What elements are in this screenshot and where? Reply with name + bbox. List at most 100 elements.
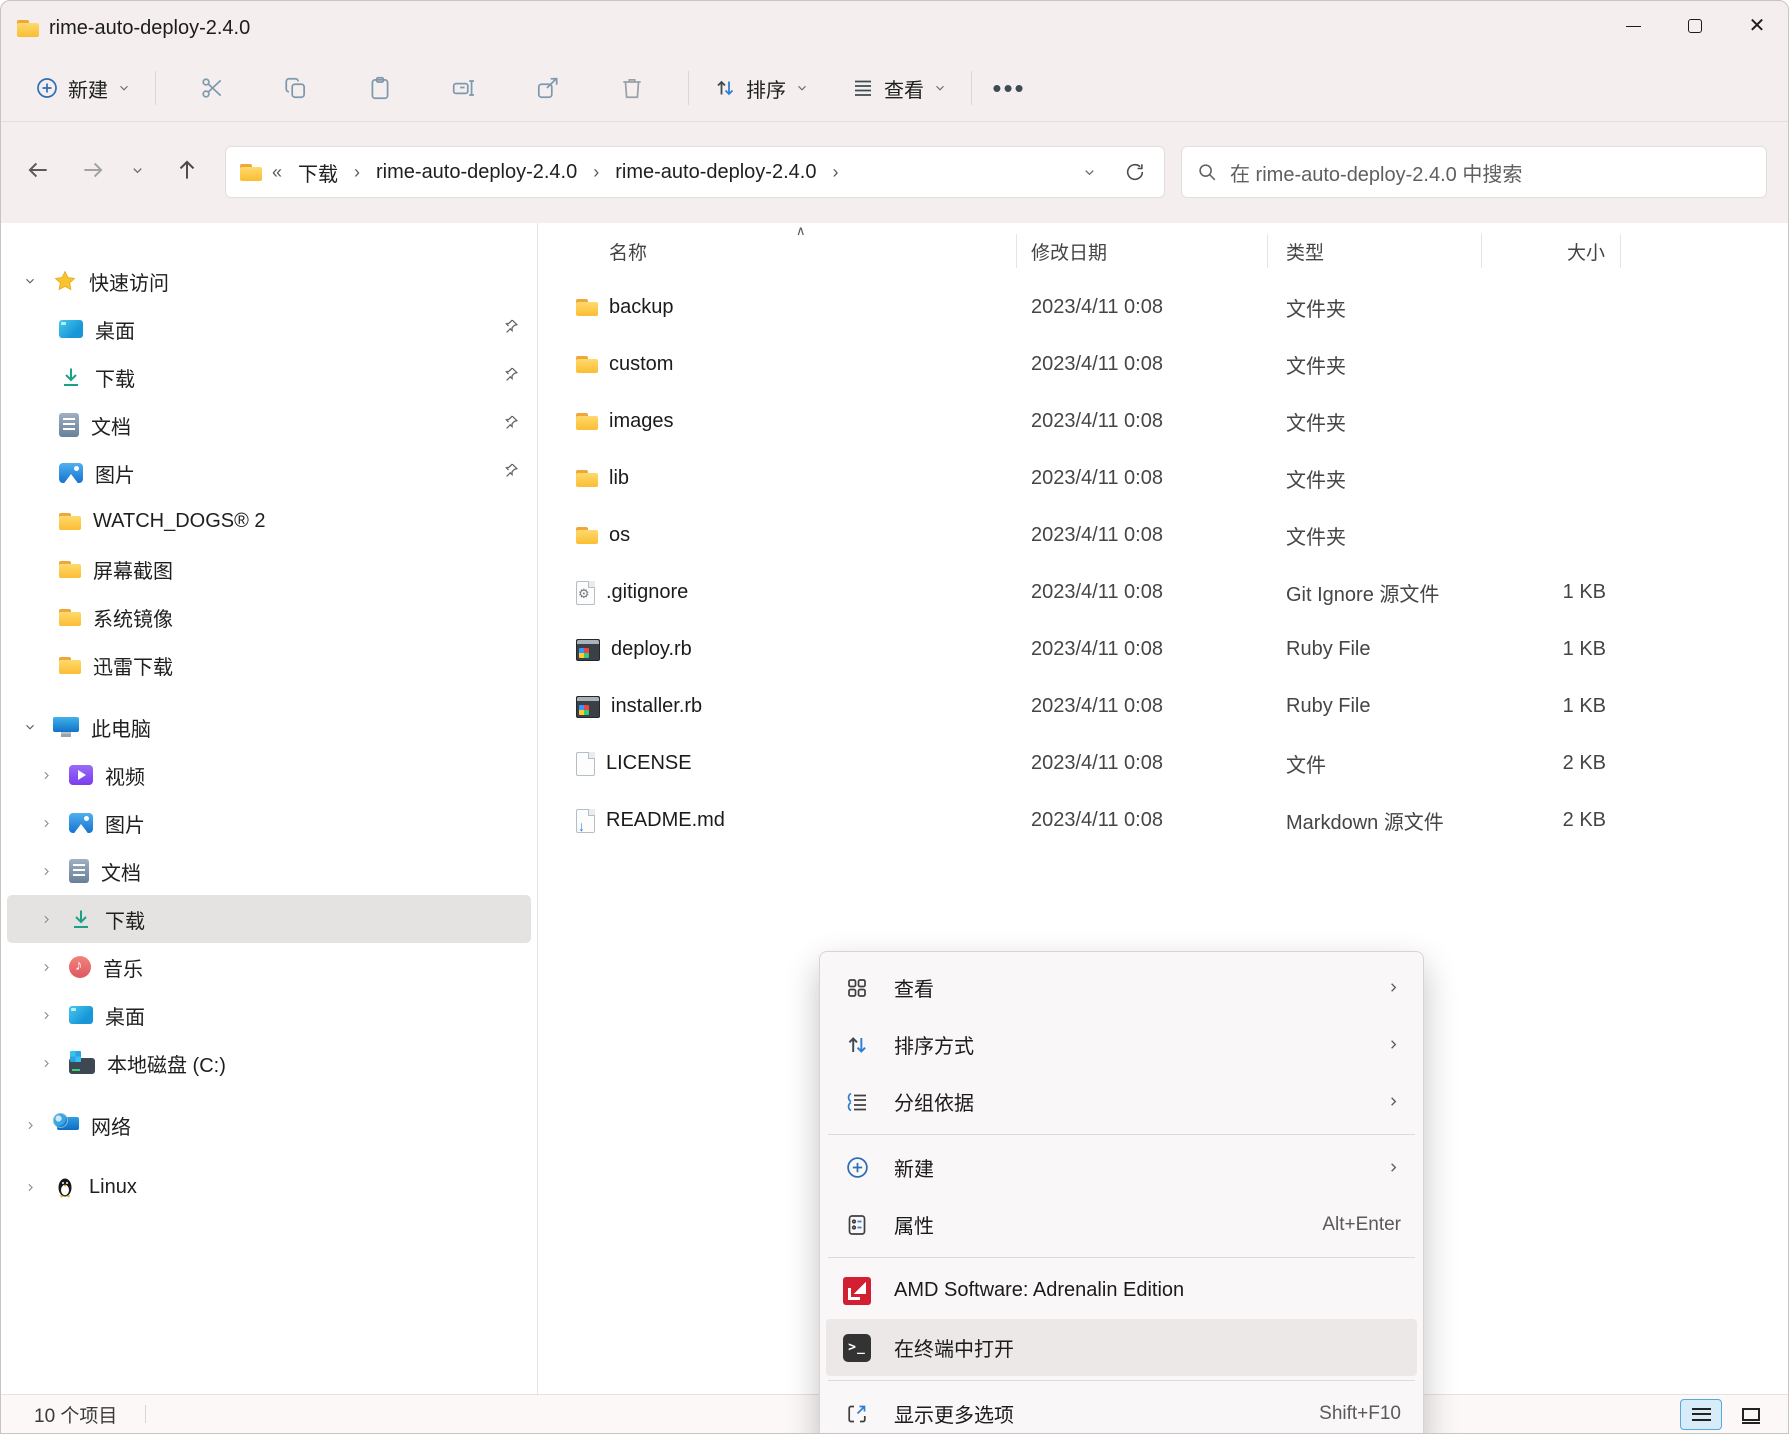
sidebar-item-pictures-quick[interactable]: 图片 [7,449,531,497]
breadcrumb-folder-2[interactable]: rime-auto-deploy-2.4.0 [609,159,822,186]
menu-item-amd-software[interactable]: AMD Software: Adrenalin Edition [826,1262,1417,1319]
folder-icon [59,513,81,530]
file-row-lib[interactable]: lib 2023/4/11 0:08 文件夹 [538,450,1788,507]
large-icons-view-icon [1742,1408,1760,1421]
share-button[interactable] [525,65,571,111]
forward-button[interactable] [71,148,115,192]
chevron-right-icon [19,1119,41,1132]
search-input[interactable]: 在 rime-auto-deploy-2.4.0 中搜索 [1181,146,1767,198]
sidebar-item-desktop[interactable]: 桌面 [7,305,531,353]
breadcrumb-folder-1[interactable]: rime-auto-deploy-2.4.0 [370,159,583,186]
menu-item-view[interactable]: 查看 [826,959,1417,1016]
sort-arrows-icon [713,76,737,100]
refresh-icon [1124,161,1146,183]
sidebar-item-desktop-pc[interactable]: 桌面 [7,991,531,1039]
recent-locations-button[interactable] [119,148,155,192]
sidebar-item-documents[interactable]: 文档 [7,847,531,895]
rename-button[interactable] [441,65,487,111]
copy-button[interactable] [273,65,319,111]
sidebar-item-downloads-quick[interactable]: 下载 [7,353,531,401]
address-bar[interactable]: « 下载 › rime-auto-deploy-2.4.0 › rime-aut… [225,146,1165,198]
sidebar-item-screenshots[interactable]: 屏幕截图 [7,545,531,593]
menu-separator [828,1257,1415,1258]
minimize-button[interactable] [1602,1,1664,51]
menu-item-properties[interactable]: 属性 Alt+Enter [826,1196,1417,1253]
ellipsis-icon: ••• [992,73,1025,104]
menu-item-show-more-options[interactable]: 显示更多选项 Shift+F10 [826,1385,1417,1434]
submenu-chevron-icon [1386,1094,1401,1109]
file-row-license[interactable]: LICENSE 2023/4/11 0:08 文件 2 KB [538,735,1788,792]
menu-item-sort-by[interactable]: 排序方式 [826,1016,1417,1073]
back-arrow-icon [25,157,51,183]
file-row-readme-md[interactable]: ↓README.md 2023/4/11 0:08 Markdown 源文件 2… [538,792,1788,849]
view-button[interactable]: 查看 [841,65,957,111]
breadcrumb-downloads[interactable]: 下载 [292,156,344,189]
clipboard-icon [367,75,393,101]
amd-software-icon [842,1276,872,1306]
sidebar-section-network[interactable]: 网络 [7,1101,531,1149]
chevron-right-icon [35,817,57,830]
search-icon [1196,161,1218,183]
more-options-button[interactable]: ••• [986,65,1032,111]
toolbar-divider [971,71,972,105]
maximize-button[interactable] [1664,1,1726,51]
sort-button[interactable]: 排序 [703,65,819,111]
sidebar-item-local-disk-c[interactable]: 本地磁盘 (C:) [7,1039,531,1087]
address-dropdown-button[interactable] [1070,153,1108,191]
new-button[interactable]: 新建 [25,65,141,111]
sidebar-item-watch-dogs[interactable]: WATCH_DOGS® 2 [7,497,531,545]
chevron-right-icon [19,1181,41,1194]
submenu-chevron-icon [1386,1037,1401,1052]
paste-button[interactable] [357,65,403,111]
chevron-right-icon [35,913,57,926]
file-row-gitignore[interactable]: ⚙.gitignore 2023/4/11 0:08 Git Ignore 源文… [538,564,1788,621]
cut-button[interactable] [189,65,235,111]
download-icon [69,907,93,931]
menu-item-open-in-terminal[interactable]: >_ 在终端中打开 [826,1319,1417,1376]
column-header-type[interactable]: 类型 [1268,234,1482,268]
column-header-size[interactable]: 大小 [1482,234,1621,268]
file-row-custom[interactable]: custom 2023/4/11 0:08 文件夹 [538,336,1788,393]
sidebar-section-quick-access[interactable]: 快速访问 [7,257,531,305]
file-row-backup[interactable]: backup 2023/4/11 0:08 文件夹 [538,279,1788,336]
menu-item-group-by[interactable]: 分组依据 [826,1073,1417,1130]
large-icons-view-button[interactable] [1730,1399,1772,1430]
close-button[interactable]: ✕ [1726,1,1788,51]
group-by-icon [842,1087,872,1117]
back-button[interactable] [16,148,60,192]
file-row-installer-rb[interactable]: installer.rb 2023/4/11 0:08 Ruby File 1 … [538,678,1788,735]
sidebar-item-thunder-downloads[interactable]: 迅雷下载 [7,641,531,689]
sidebar-item-documents-quick[interactable]: 文档 [7,401,531,449]
maximize-icon [1688,19,1702,33]
sidebar: 快速访问 桌面 下载 文档 图片 [1,223,538,1394]
chevron-right-icon [35,1009,57,1022]
sidebar-section-linux[interactable]: Linux [7,1163,531,1211]
delete-button[interactable] [609,65,655,111]
sidebar-item-music[interactable]: 音乐 [7,943,531,991]
refresh-button[interactable] [1116,153,1154,191]
new-button-label: 新建 [68,74,108,103]
sidebar-item-pictures[interactable]: 图片 [7,799,531,847]
file-row-deploy-rb[interactable]: deploy.rb 2023/4/11 0:08 Ruby File 1 KB [538,621,1788,678]
sidebar-item-system-images[interactable]: 系统镜像 [7,593,531,641]
trash-icon [619,75,645,101]
plus-circle-icon [35,76,59,100]
up-arrow-icon [174,157,200,183]
details-view-button[interactable] [1680,1399,1722,1430]
show-more-options-icon [842,1399,872,1429]
sidebar-section-this-pc[interactable]: 此电脑 [7,703,531,751]
menu-item-new[interactable]: 新建 [826,1139,1417,1196]
documents-icon [59,413,79,437]
items-count: 10 个项目 [34,1401,117,1428]
toolbar-divider [688,71,689,105]
breadcrumb-separator-icon: › [591,162,601,183]
column-header-date[interactable]: 修改日期 [1017,234,1268,268]
file-row-images[interactable]: images 2023/4/11 0:08 文件夹 [538,393,1788,450]
file-row-os[interactable]: os 2023/4/11 0:08 文件夹 [538,507,1788,564]
close-icon: ✕ [1749,16,1766,36]
sidebar-item-videos[interactable]: 视频 [7,751,531,799]
toolbar-divider [155,71,156,105]
column-header-name[interactable]: 名称 [538,234,1017,268]
sidebar-item-downloads[interactable]: 下载 [7,895,531,943]
up-button[interactable] [165,148,209,192]
